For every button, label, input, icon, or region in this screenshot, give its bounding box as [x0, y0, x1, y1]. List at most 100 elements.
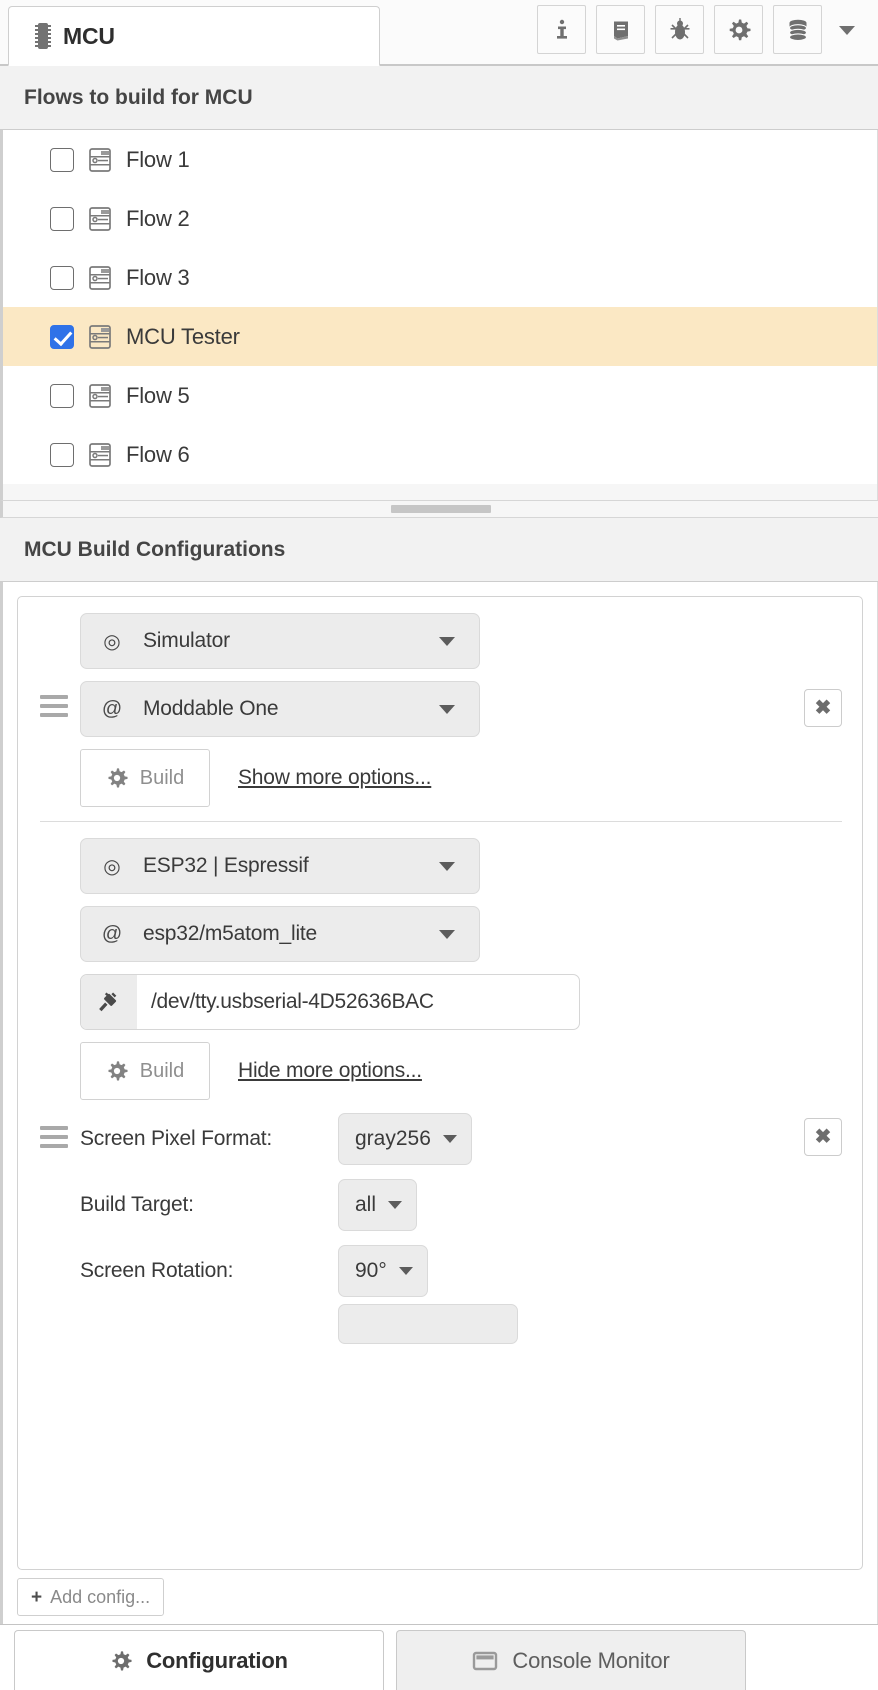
device-value: Moddable One: [143, 697, 279, 720]
flow-list-item[interactable]: Flow 2: [3, 189, 877, 248]
tab-configuration[interactable]: Configuration: [14, 1630, 384, 1690]
build-config-card: ◎ Simulator @ Moddable One ✖ Build Show …: [17, 596, 863, 1570]
serial-port-field[interactable]: /dev/tty.usbserial-4D52636BAC: [80, 974, 580, 1030]
build-target-select[interactable]: all: [338, 1179, 418, 1231]
option-label: Screen Rotation:: [80, 1259, 234, 1282]
remove-config-button[interactable]: ✖: [804, 689, 842, 727]
option-label: Screen Pixel Format:: [80, 1127, 273, 1150]
build-config-simulator: ◎ Simulator @ Moddable One ✖ Build Show …: [18, 613, 862, 807]
platform-value: Simulator: [143, 629, 230, 652]
platform-select-simulator[interactable]: ◎ Simulator: [80, 613, 480, 669]
flows-list: Flow 1 Flow 2 Flow 3 MCU Tester Flow 5 F…: [0, 130, 878, 500]
screen-pixel-format-select[interactable]: gray256: [338, 1113, 472, 1165]
toolbar-overflow-button[interactable]: [832, 5, 862, 54]
flow-diagram-icon: [89, 383, 111, 408]
toolbar: [537, 5, 862, 54]
splitter-grip[interactable]: [390, 505, 491, 513]
build-config-esp32: ◎ ESP32 | Espressif @ esp32/m5atom_lite: [18, 838, 862, 1344]
bottom-tab-bar: Configuration Console Monitor: [0, 1624, 878, 1690]
show-more-options-link[interactable]: Show more options...: [238, 766, 431, 790]
at-icon: @: [101, 697, 123, 720]
partially-visible-option-select[interactable]: [338, 1304, 518, 1344]
build-button[interactable]: Build: [80, 749, 210, 807]
flow-diagram-icon: [89, 265, 111, 290]
flow-list-item[interactable]: Flow 1: [3, 130, 877, 189]
flow-checkbox[interactable]: [50, 265, 74, 290]
flow-checkbox[interactable]: [50, 442, 74, 467]
plug-icon: [81, 975, 137, 1029]
add-config-button[interactable]: + Add config...: [17, 1578, 165, 1616]
hide-more-options-link[interactable]: Hide more options...: [238, 1059, 422, 1083]
gear-icon: [112, 1650, 132, 1670]
option-row-build-target: Build Target: all: [18, 1172, 862, 1238]
chip-icon: [35, 23, 51, 49]
chevron-down-icon: [439, 704, 455, 714]
tab-console-monitor-label: Console Monitor: [512, 1647, 670, 1673]
flow-checkbox[interactable]: [50, 206, 74, 231]
add-config-bar: + Add config...: [0, 1570, 878, 1624]
platform-select-esp32[interactable]: ◎ ESP32 | Espressif: [80, 838, 480, 894]
tab-console-monitor[interactable]: Console Monitor: [396, 1630, 746, 1690]
target-icon: ◎: [103, 855, 121, 878]
bug-icon: [670, 17, 689, 39]
mcu-build-window: MCU Flows to build for MCU Flow 1 Flow 2…: [0, 0, 878, 1690]
chevron-down-icon: [439, 861, 455, 871]
gear-icon: [108, 768, 128, 788]
build-button[interactable]: Build: [80, 1042, 210, 1100]
database-button[interactable]: [773, 5, 822, 54]
flow-checkbox[interactable]: [50, 383, 74, 408]
chevron-down-icon: [398, 1267, 413, 1275]
chevron-down-icon: [839, 25, 855, 35]
chevron-down-icon: [388, 1201, 403, 1209]
chevron-down-icon: [439, 636, 455, 646]
device-select-m5atom-lite[interactable]: @ esp32/m5atom_lite: [80, 906, 480, 962]
settings-button[interactable]: [714, 5, 763, 54]
flow-diagram-icon: [89, 206, 111, 231]
flow-checkbox[interactable]: [50, 324, 74, 349]
config-divider: [40, 821, 842, 822]
screen-pixel-format-value: gray256: [355, 1127, 431, 1150]
top-tab-bar: MCU: [0, 0, 878, 66]
database-icon: [788, 19, 807, 41]
flow-label: Flow 1: [126, 146, 190, 172]
info-icon: [556, 19, 567, 39]
document-tab-title: MCU: [63, 22, 115, 49]
flow-list-item[interactable]: Flow 5: [3, 366, 877, 425]
flow-label: Flow 3: [126, 264, 190, 290]
target-icon: ◎: [103, 630, 121, 653]
flow-diagram-icon: [89, 442, 111, 467]
panel-splitter[interactable]: [0, 500, 878, 518]
build-button-label: Build: [139, 766, 185, 789]
flow-checkbox[interactable]: [50, 147, 74, 172]
build-row-simulator: Build Show more options...: [80, 749, 862, 807]
build-configurations-area: ◎ Simulator @ Moddable One ✖ Build Show …: [0, 582, 878, 1570]
add-config-label: Add config...: [50, 1586, 151, 1607]
option-row-screen-pixel-format: Screen Pixel Format: gray256 ✖: [18, 1106, 862, 1172]
drag-handle-icon[interactable]: [40, 1126, 68, 1148]
build-row-esp32: Build Hide more options...: [80, 1042, 862, 1100]
remove-config-button[interactable]: ✖: [804, 1118, 842, 1156]
device-select-moddable-one[interactable]: @ Moddable One: [80, 681, 480, 737]
flow-label: Flow 2: [126, 205, 190, 231]
gear-icon: [729, 19, 750, 40]
chevron-down-icon: [442, 1135, 457, 1143]
gear-icon: [108, 1061, 128, 1081]
debug-button[interactable]: [655, 5, 704, 54]
screen-rotation-select[interactable]: 90°: [338, 1245, 428, 1297]
at-icon: @: [101, 922, 123, 945]
documentation-button[interactable]: [596, 5, 645, 54]
info-button[interactable]: [537, 5, 586, 54]
plus-icon: +: [31, 1586, 43, 1608]
flow-diagram-icon: [89, 147, 111, 172]
drag-handle-icon[interactable]: [40, 695, 68, 717]
flow-label: Flow 6: [126, 441, 190, 467]
option-row-screen-rotation: Screen Rotation: 90°: [18, 1238, 862, 1304]
chevron-down-icon: [439, 929, 455, 939]
flow-list-item[interactable]: Flow 6: [3, 425, 877, 484]
flow-diagram-icon: [89, 324, 111, 349]
flow-list-item[interactable]: Flow 3: [3, 248, 877, 307]
device-value: esp32/m5atom_lite: [143, 922, 318, 945]
flow-list-item-selected[interactable]: MCU Tester: [3, 307, 877, 366]
platform-value: ESP32 | Espressif: [143, 854, 309, 877]
document-tab-mcu[interactable]: MCU: [8, 6, 380, 66]
